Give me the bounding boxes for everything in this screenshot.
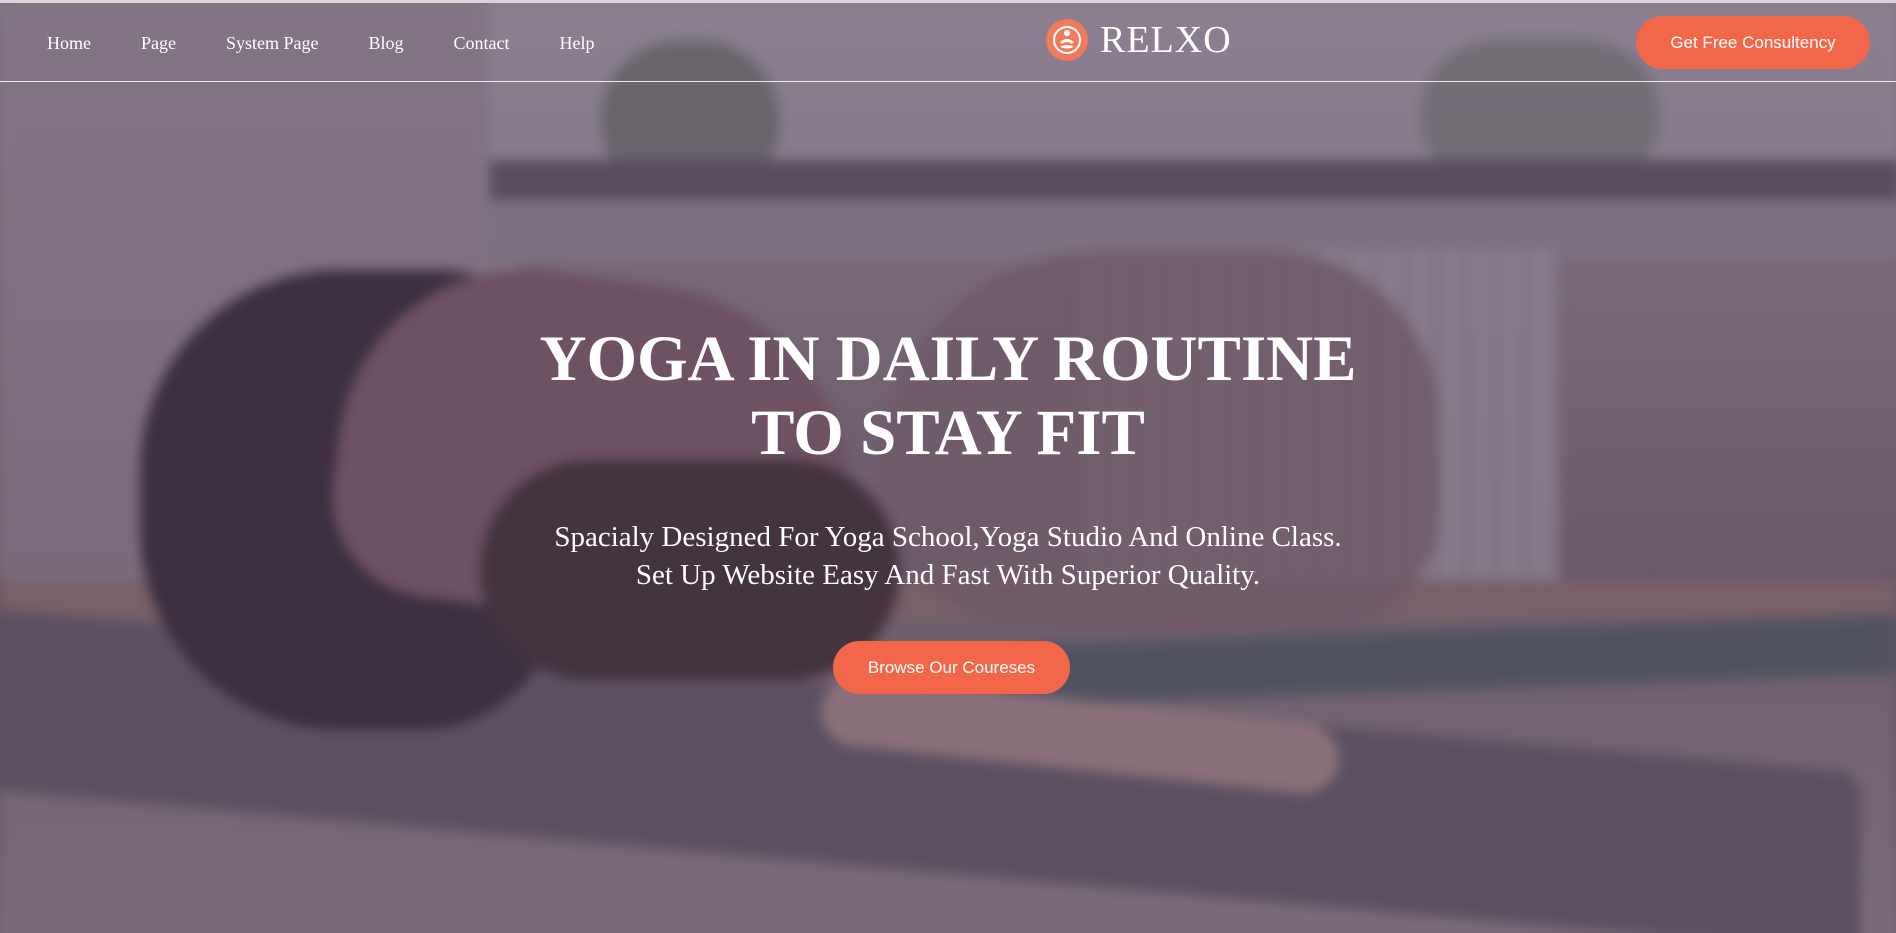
hero-subtitle-line-1: Spacialy Designed For Yoga School,Yoga S… [554, 521, 1342, 553]
hero-subtitle: Spacialy Designed For Yoga School,Yoga S… [0, 518, 1896, 594]
hero-subtitle-line-2: Set Up Website Easy And Fast With Superi… [635, 559, 1261, 591]
brand-logo[interactable]: RELXO [1046, 19, 1232, 61]
nav-item-help[interactable]: Help [560, 31, 595, 55]
hero-title: YOGA IN DAILY ROUTINE TO STAY FIT [0, 322, 1896, 470]
main-nav: Home Page System Page Blog Contact Help [47, 31, 645, 55]
nav-item-page[interactable]: Page [141, 31, 176, 55]
site-header: Home Page System Page Blog Contact Help … [0, 0, 1896, 82]
brand-name: RELXO [1100, 19, 1232, 61]
hero-title-line-2: TO STAY FIT [751, 397, 1145, 469]
meditation-icon [1046, 19, 1088, 61]
nav-item-blog[interactable]: Blog [369, 31, 404, 55]
nav-item-home[interactable]: Home [47, 31, 91, 55]
hero-title-line-1: YOGA IN DAILY ROUTINE [539, 323, 1357, 395]
browse-courses-button[interactable]: Browse Our Coureses [833, 641, 1070, 694]
get-free-consultency-button[interactable]: Get Free Consultency [1636, 16, 1870, 69]
nav-item-system-page[interactable]: System Page [226, 31, 319, 55]
nav-item-contact[interactable]: Contact [454, 31, 510, 55]
